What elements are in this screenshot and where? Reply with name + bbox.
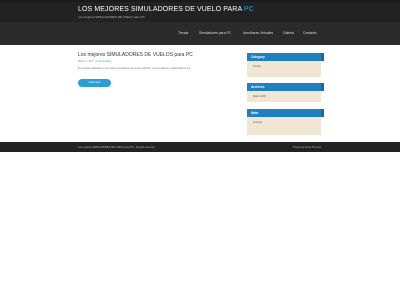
site-description: Los mejores SIMULADORES DE VUELO para PC: [78, 15, 145, 19]
site-title-main[interactable]: LOS MEJORES SIMULADORES DE VUELO PARA: [78, 6, 244, 13]
post-excerpt: Es una lista realizada en los mejores si…: [78, 67, 190, 70]
sidebar: Category Tienda Archives Marzo 2017 Meta…: [247, 53, 324, 135]
site-title-accent[interactable]: PC: [244, 6, 254, 13]
widget-archives: Archives Marzo 2017: [247, 83, 324, 102]
post-meta: Marzo 6, 2017 | 1 Comentario: [78, 60, 112, 63]
footer-copyright: Los mejores SIMULADORES DE VUELO para PC…: [78, 145, 155, 149]
site-title[interactable]: LOS MEJORES SIMULADORES DE VUELO PARA PC: [78, 6, 254, 13]
nav-item-tienda[interactable]: Tienda: [178, 31, 188, 35]
widget-meta: Meta Acceder: [247, 109, 324, 135]
main-content: Los mejores SIMULADORES DE VUELOS para P…: [78, 52, 238, 87]
meta-item-acceder[interactable]: Acceder: [253, 121, 321, 124]
site-header: LOS MEJORES SIMULADORES DE VUELO PARA PC…: [0, 0, 400, 45]
widget-category: Category Tienda: [247, 53, 324, 77]
widget-title-category: Category: [247, 53, 324, 61]
nav-item-galeria[interactable]: Galeria: [283, 31, 294, 35]
nav-item-simuladores[interactable]: Simuladores para PC: [199, 31, 231, 35]
archive-item-marzo-2017[interactable]: Marzo 2017: [253, 95, 321, 98]
nav-item-aerolineas[interactable]: Aerolineas Virtuales: [243, 31, 273, 35]
post-date: Marzo 6, 2017: [78, 60, 94, 63]
main-navigation: Tienda Simuladores para PC Aerolineas Vi…: [0, 22, 400, 45]
site-footer: Los mejores SIMULADORES DE VUELO para PC…: [0, 142, 400, 152]
post-title[interactable]: Los mejores SIMULADORES DE VUELOS para P…: [78, 52, 238, 58]
widget-title-meta: Meta: [247, 109, 324, 117]
post-comments-link[interactable]: 1 Comentario: [96, 60, 111, 63]
category-item-tienda[interactable]: Tienda: [253, 65, 321, 68]
nav-item-contacto[interactable]: Contacto: [303, 31, 317, 35]
read-more-button[interactable]: read more: [78, 79, 111, 87]
footer-theme-credit[interactable]: Theme by Aruse Themes: [293, 146, 321, 149]
widget-title-archives: Archives: [247, 83, 324, 91]
